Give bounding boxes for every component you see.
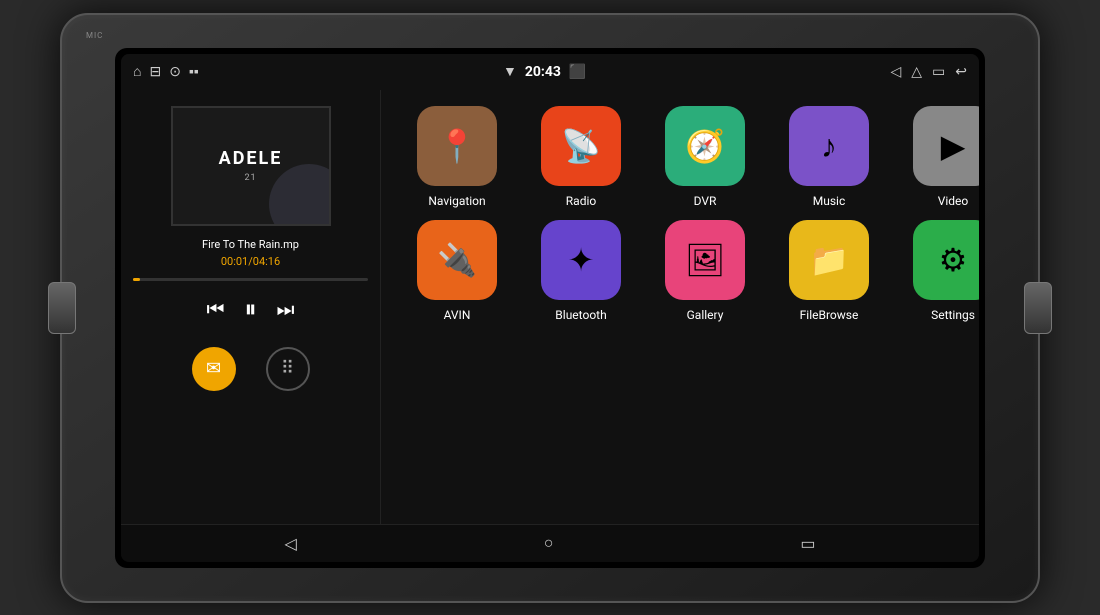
app-bluetooth[interactable]: ✦ Bluetooth <box>525 220 637 322</box>
app-video[interactable]: ▶ Video <box>897 106 979 208</box>
radio-label: Radio <box>566 194 596 208</box>
screen-status-icon: ▭ <box>932 64 945 80</box>
app-avin[interactable]: 🔌 AVIN <box>401 220 513 322</box>
status-time: 20:43 <box>525 64 561 80</box>
album-subtitle: 21 <box>244 173 256 183</box>
bluetooth-icon-box: ✦ <box>541 220 621 300</box>
camera-status-icon: ⬛ <box>569 64 586 80</box>
app-radio[interactable]: 📡 Radio <box>525 106 637 208</box>
app-settings[interactable]: ⚙ Settings <box>897 220 979 322</box>
video-label: Video <box>938 194 969 208</box>
app-gallery[interactable]: 🖼 Gallery <box>649 220 761 322</box>
apps-icon-button[interactable]: ⠿ <box>266 347 310 391</box>
wifi-icon: ▼ <box>503 63 517 80</box>
record-icon: ⊙ <box>169 64 181 80</box>
back-nav-button[interactable]: ◁ <box>284 534 296 553</box>
device-body: MIC ⌂ ⊟ ⊙ ▪▪ ▼ 20:43 ⬛ ◁ △ ▭ <box>60 13 1040 603</box>
app-grid: 📍 Navigation 📡 Radio 🧭 DVR ♪ <box>381 90 979 524</box>
next-button[interactable]: ⏭ <box>277 297 295 321</box>
battery-icon: ▪▪ <box>189 63 199 80</box>
dvr-icon-box: 🧭 <box>665 106 745 186</box>
navigation-icon-box: 📍 <box>417 106 497 186</box>
mic-label: MIC <box>86 31 103 40</box>
home-nav-button[interactable]: ○ <box>544 533 554 553</box>
bluetooth-label: Bluetooth <box>555 308 606 322</box>
radio-icon-box: 📡 <box>541 106 621 186</box>
bottom-quick-icons: ✉ ⠿ <box>192 347 310 391</box>
app-filebrowser[interactable]: 📁 FileBrowse <box>773 220 885 322</box>
video-icon-box: ▶ <box>913 106 979 186</box>
album-art-decoration <box>269 164 331 226</box>
right-knob <box>1024 282 1052 334</box>
screen-bezel: ⌂ ⊟ ⊙ ▪▪ ▼ 20:43 ⬛ ◁ △ ▭ ↩ <box>115 48 985 568</box>
track-time: 00:01/04:16 <box>221 255 280 268</box>
app-navigation[interactable]: 📍 Navigation <box>401 106 513 208</box>
eject-status-icon: △ <box>911 64 922 80</box>
music-player-panel: ADELE 21 Fire To The Rain.mp 00:01/04:16… <box>121 90 381 524</box>
status-right: ◁ △ ▭ ↩ <box>890 64 967 80</box>
recent-nav-button[interactable]: ▭ <box>800 534 815 553</box>
back-status-icon: ↩ <box>955 64 967 80</box>
filebrowser-label: FileBrowse <box>800 308 859 322</box>
track-name: Fire To The Rain.mp <box>202 238 299 251</box>
message-icon-button[interactable]: ✉ <box>192 347 236 391</box>
settings-label: Settings <box>931 308 975 322</box>
album-art: ADELE 21 <box>171 106 331 226</box>
prev-button[interactable]: ⏮ <box>207 297 225 321</box>
album-title: ADELE <box>219 148 283 169</box>
window-icon: ⊟ <box>149 64 161 80</box>
music-icon-box: ♪ <box>789 106 869 186</box>
music-label: Music <box>813 194 845 208</box>
app-dvr[interactable]: 🧭 DVR <box>649 106 761 208</box>
status-center: ▼ 20:43 ⬛ <box>503 63 586 80</box>
progress-bar <box>133 278 368 281</box>
settings-icon-box: ⚙ <box>913 220 979 300</box>
filebrowser-icon-box: 📁 <box>789 220 869 300</box>
status-left: ⌂ ⊟ ⊙ ▪▪ <box>133 63 199 80</box>
app-music[interactable]: ♪ Music <box>773 106 885 208</box>
gallery-label: Gallery <box>687 308 724 322</box>
avin-label: AVIN <box>444 308 471 322</box>
status-bar: ⌂ ⊟ ⊙ ▪▪ ▼ 20:43 ⬛ ◁ △ ▭ ↩ <box>121 54 979 90</box>
main-content: ADELE 21 Fire To The Rain.mp 00:01/04:16… <box>121 90 979 524</box>
bottom-nav: ◁ ○ ▭ <box>121 524 979 562</box>
dvr-label: DVR <box>694 194 717 208</box>
player-controls[interactable]: ⏮ ⏸ ⏭ <box>207 295 295 323</box>
home-icon: ⌂ <box>133 63 141 80</box>
progress-fill <box>133 278 140 281</box>
app-row-2: 🔌 AVIN ✦ Bluetooth 🖼 Gallery 📁 <box>401 220 979 322</box>
screen: ⌂ ⊟ ⊙ ▪▪ ▼ 20:43 ⬛ ◁ △ ▭ ↩ <box>121 54 979 562</box>
navigation-label: Navigation <box>428 194 485 208</box>
gallery-icon-box: 🖼 <box>665 220 745 300</box>
avin-icon-box: 🔌 <box>417 220 497 300</box>
play-pause-button[interactable]: ⏸ <box>245 295 257 323</box>
left-knob <box>48 282 76 334</box>
app-row-1: 📍 Navigation 📡 Radio 🧭 DVR ♪ <box>401 106 979 208</box>
volume-status-icon: ◁ <box>890 64 901 80</box>
